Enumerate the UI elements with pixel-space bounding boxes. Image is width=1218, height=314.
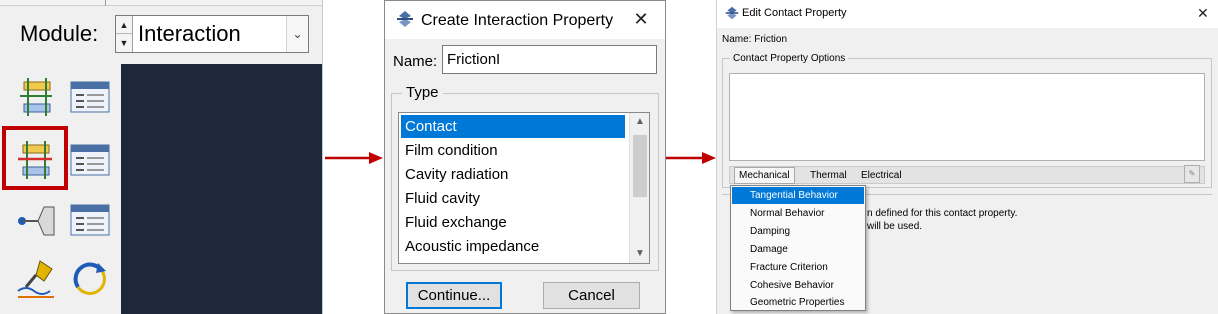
title-bar[interactable]: Edit Contact Property ✕ — [717, 0, 1218, 28]
name-field[interactable] — [442, 45, 657, 74]
toolbar-separator — [0, 0, 322, 6]
scrollbar-thumb[interactable] — [633, 135, 647, 197]
mechanical-dropdown-menu: Tangential Behavior Normal Behavior Damp… — [730, 185, 866, 311]
chevron-down-icon[interactable]: ▼ — [630, 245, 649, 263]
status-text: will be used. — [867, 221, 923, 232]
chevron-up-icon[interactable]: ▲ — [630, 113, 649, 131]
type-label: Type — [402, 84, 443, 102]
close-icon[interactable]: ✕ — [631, 9, 651, 29]
text-cursor-icon: I — [496, 51, 501, 68]
edit-option-button[interactable]: ✎ — [1184, 165, 1200, 183]
continue-button[interactable]: Continue... — [406, 282, 502, 309]
menu-item-damage[interactable]: Damage — [732, 241, 864, 258]
contact-property-options-group: Contact Property Options Mechanical Ther… — [722, 53, 1212, 188]
cancel-button[interactable]: Cancel — [543, 282, 640, 309]
menu-item-damping[interactable]: Damping — [732, 223, 864, 240]
type-list-scrollbar[interactable]: ▲ ▼ — [629, 113, 649, 263]
behavior-menubar: Mechanical Thermal Electrical — [729, 166, 1205, 184]
spin-down-icon[interactable]: ▼ — [116, 34, 132, 52]
arrow-right-icon — [325, 152, 383, 164]
type-item-acoustic-impedance[interactable]: Acoustic impedance — [401, 235, 625, 258]
create-interaction-property-icon[interactable] — [13, 137, 57, 181]
menu-item-fracture-criterion[interactable]: Fracture Criterion — [732, 259, 864, 276]
create-interaction-icon[interactable] — [14, 74, 58, 118]
abaqus-logo-icon — [725, 6, 739, 20]
module-value: Interaction — [138, 21, 241, 46]
type-item-cavity-radiation[interactable]: Cavity radiation — [401, 163, 625, 186]
dialog-title: Create Interaction Property — [421, 12, 614, 29]
dialog-title: Edit Contact Property — [742, 7, 847, 19]
menu-item-tangential-behavior[interactable]: Tangential Behavior — [732, 187, 864, 204]
type-list[interactable]: Contact Film condition Cavity radiation … — [398, 112, 650, 264]
menu-electrical[interactable]: Electrical — [861, 169, 902, 182]
create-interaction-property-dialog: Create Interaction Property ✕ Name: I Ty… — [384, 0, 666, 314]
menu-mechanical[interactable]: Mechanical — [734, 167, 795, 184]
interaction-property-manager-icon[interactable] — [68, 137, 112, 181]
options-label: Contact Property Options — [730, 53, 849, 65]
menu-item-normal-behavior[interactable]: Normal Behavior — [732, 205, 864, 222]
options-list[interactable] — [729, 73, 1205, 161]
constraint-manager-icon[interactable] — [68, 197, 112, 241]
close-icon[interactable]: ✕ — [1197, 5, 1209, 21]
property-name: Name: Friction — [722, 34, 788, 45]
chevron-down-icon[interactable]: ⌄ — [286, 16, 308, 52]
interaction-manager-icon[interactable] — [68, 74, 112, 118]
name-label: Name: — [393, 53, 438, 70]
module-spinner[interactable]: ▲ ▼ — [116, 16, 133, 52]
type-item-contact[interactable]: Contact — [401, 115, 625, 138]
edit-contact-property-dialog: Edit Contact Property ✕ Name: Friction C… — [716, 0, 1218, 314]
abaqus-module-toolbar: Module: ▲ ▼ Interaction ⌄ — [0, 0, 323, 314]
module-combo-box[interactable]: ▲ ▼ Interaction ⌄ — [115, 15, 309, 53]
abaqus-logo-icon — [397, 11, 413, 27]
create-wire-icon[interactable] — [68, 257, 112, 301]
spin-up-icon[interactable]: ▲ — [116, 16, 132, 34]
arrow-right-icon — [666, 152, 716, 164]
module-label: Module: — [20, 21, 99, 46]
type-group: Type Contact Film condition Cavity radia… — [391, 84, 659, 271]
title-bar[interactable]: Create Interaction Property ✕ — [385, 1, 665, 39]
type-item-fluid-cavity[interactable]: Fluid cavity — [401, 187, 625, 210]
type-item-film-condition[interactable]: Film condition — [401, 139, 625, 162]
menu-thermal[interactable]: Thermal — [810, 169, 847, 182]
create-connector-icon[interactable] — [14, 257, 58, 301]
viewport-canvas[interactable] — [121, 64, 322, 314]
menu-item-cohesive-behavior[interactable]: Cohesive Behavior — [732, 277, 864, 294]
create-constraint-icon[interactable] — [14, 197, 58, 241]
menu-item-geometric-properties[interactable]: Geometric Properties — [732, 294, 864, 311]
type-item-fluid-exchange[interactable]: Fluid exchange — [401, 211, 625, 234]
status-text: n defined for this contact property. — [867, 208, 1018, 219]
